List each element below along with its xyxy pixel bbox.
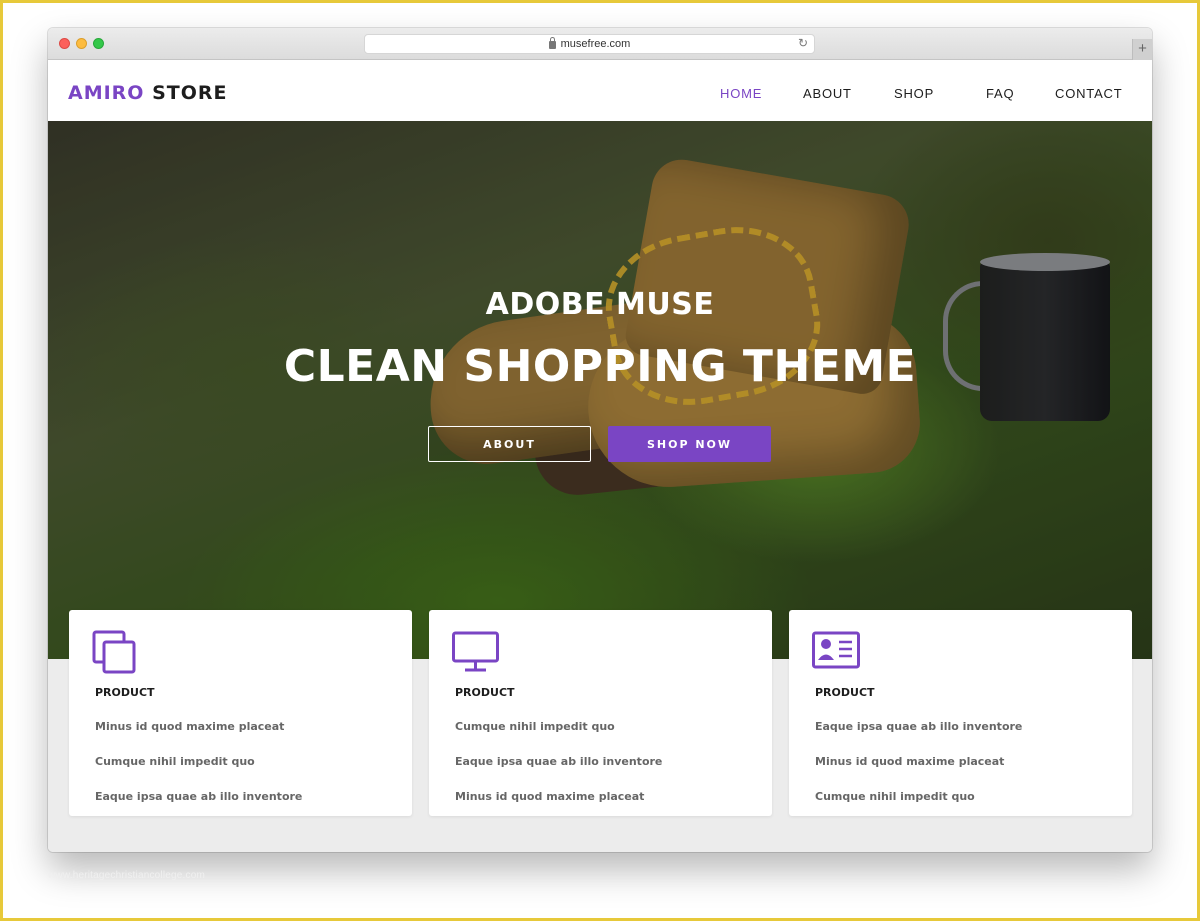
card-title: PRODUCT bbox=[95, 686, 155, 699]
logo-accent-text: AMIRO bbox=[68, 82, 145, 104]
card-text: Eaque ipsa quae ab illo inventore bbox=[95, 790, 303, 803]
monitor-icon bbox=[452, 631, 499, 672]
nav-about[interactable]: ABOUT bbox=[803, 86, 852, 101]
card-text: Eaque ipsa quae ab illo inventore bbox=[815, 720, 1023, 733]
card-text: Eaque ipsa quae ab illo inventore bbox=[455, 755, 663, 768]
card-text: Cumque nihil impedit quo bbox=[455, 720, 615, 733]
address-bar[interactable]: musefree.com ↻ bbox=[364, 34, 815, 54]
product-card[interactable]: PRODUCT Eaque ipsa quae ab illo inventor… bbox=[789, 610, 1132, 816]
site-logo[interactable]: AMIRO STORE bbox=[68, 82, 228, 104]
maximize-window-button[interactable] bbox=[93, 38, 104, 49]
new-tab-button[interactable]: + bbox=[1132, 39, 1152, 60]
card-title: PRODUCT bbox=[455, 686, 515, 699]
close-window-button[interactable] bbox=[59, 38, 70, 49]
nav-faq[interactable]: FAQ bbox=[986, 86, 1014, 101]
watermark-text: www.heritagechristiancollege.com bbox=[48, 870, 206, 881]
logo-text: STORE bbox=[152, 82, 228, 104]
reload-icon[interactable]: ↻ bbox=[798, 36, 808, 50]
card-text: Cumque nihil impedit quo bbox=[95, 755, 255, 768]
card-title: PRODUCT bbox=[815, 686, 875, 699]
card-text: Cumque nihil impedit quo bbox=[815, 790, 975, 803]
minimize-window-button[interactable] bbox=[76, 38, 87, 49]
browser-toolbar: musefree.com ↻ + bbox=[48, 28, 1152, 60]
nav-shop[interactable]: SHOP bbox=[894, 86, 934, 101]
lock-icon bbox=[548, 37, 556, 49]
card-text: Minus id quod maxime placeat bbox=[455, 790, 645, 803]
product-card[interactable]: PRODUCT Cumque nihil impedit quo Eaque i… bbox=[429, 610, 772, 816]
card-text: Minus id quod maxime placeat bbox=[95, 720, 285, 733]
product-card[interactable]: PRODUCT Minus id quod maxime placeat Cum… bbox=[69, 610, 412, 816]
hero-subtitle: ADOBE MUSE bbox=[485, 287, 715, 322]
browser-window: musefree.com ↻ + AMIRO STORE HOME ABOUT … bbox=[48, 28, 1152, 852]
address-url: musefree.com bbox=[560, 38, 631, 50]
copy-icon bbox=[92, 630, 136, 674]
nav-home[interactable]: HOME bbox=[720, 86, 762, 101]
id-card-icon bbox=[812, 631, 860, 669]
site-header: AMIRO STORE HOME ABOUT SHOP FAQ CONTACT bbox=[48, 60, 1152, 121]
hero-banner: ADOBE MUSE CLEAN SHOPPING THEME ABOUT SH… bbox=[48, 121, 1152, 659]
card-text: Minus id quod maxime placeat bbox=[815, 755, 1005, 768]
about-button[interactable]: ABOUT bbox=[428, 426, 591, 462]
hero-title: CLEAN SHOPPING THEME bbox=[283, 341, 917, 392]
nav-contact[interactable]: CONTACT bbox=[1055, 86, 1122, 101]
shop-now-button[interactable]: SHOP NOW bbox=[608, 426, 771, 462]
